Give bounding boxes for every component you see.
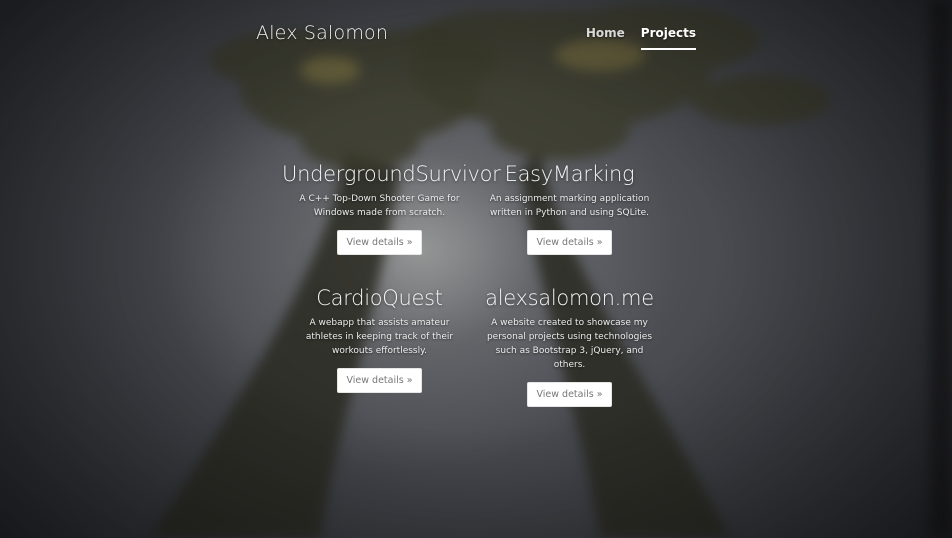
project-title: alexsalomon.me	[485, 286, 654, 310]
project-description: A webapp that assists amateur athletes i…	[305, 318, 454, 356]
view-details-button[interactable]: View details »	[337, 230, 422, 255]
project-description: A C++ Top-Down Shooter Game for Windows …	[299, 194, 460, 218]
project-title: EasyMarking	[504, 162, 635, 186]
nav-link-projects[interactable]: Projects	[640, 26, 696, 50]
project-description: An assignment marking application writte…	[489, 194, 650, 218]
brand-link[interactable]: Alex Salomon	[256, 22, 388, 44]
project-title: UndergroundSurvivor	[282, 162, 501, 186]
project-description: A website created to showcase my persona…	[486, 318, 653, 370]
project-card-alexsalomon: alexsalomon.me A website created to show…	[477, 284, 662, 407]
view-details-button[interactable]: View details »	[527, 382, 612, 407]
project-title: CardioQuest	[316, 286, 443, 310]
projects-grid: UndergroundSurvivor A C++ Top-Down Shoot…	[282, 160, 662, 407]
nav-link-home[interactable]: Home	[586, 26, 625, 50]
nav-links: Home Projects	[586, 26, 696, 50]
project-card-easymarking: EasyMarking An assignment marking applic…	[477, 160, 662, 278]
view-details-button[interactable]: View details »	[337, 368, 422, 393]
view-details-button[interactable]: View details »	[527, 230, 612, 255]
project-card-undergroundsurvivor: UndergroundSurvivor A C++ Top-Down Shoot…	[282, 160, 501, 278]
navbar: Alex Salomon Home Projects	[0, 0, 952, 70]
project-card-cardioquest: CardioQuest A webapp that assists amateu…	[282, 284, 477, 402]
